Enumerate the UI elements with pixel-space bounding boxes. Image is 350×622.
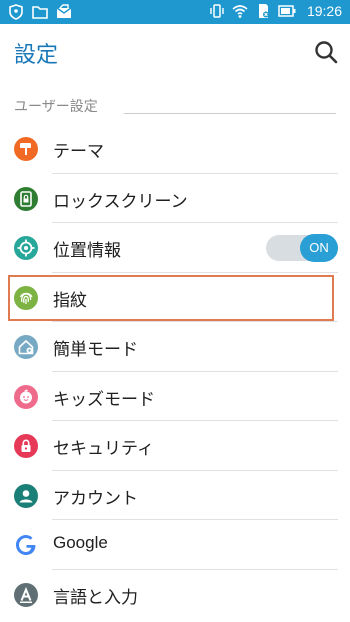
status-bar: 19:26: [0, 0, 350, 24]
page-title: 設定: [14, 43, 59, 68]
settings-item-account[interactable]: アカウント: [0, 471, 350, 520]
item-label: ロックスクリーン: [53, 191, 188, 212]
account-icon: [14, 483, 38, 508]
item-label: Google: [53, 533, 108, 552]
vibrate-icon: [210, 4, 224, 18]
fingerprint-icon: [14, 285, 38, 310]
location-toggle[interactable]: ON: [266, 234, 338, 262]
language-icon: [14, 582, 38, 607]
shield-icon: [9, 4, 23, 20]
settings-item-kids-mode[interactable]: キッズモード: [0, 372, 350, 421]
item-label: テーマ: [53, 142, 104, 162]
wifi-icon: [232, 5, 248, 18]
app-bar: 設定: [0, 24, 350, 80]
security-icon: [14, 434, 38, 458]
sd-card-icon: [258, 4, 269, 18]
kids-mode-icon: [14, 384, 38, 409]
item-label: セキュリティ: [53, 439, 154, 459]
section-divider: [124, 113, 336, 114]
settings-item-location[interactable]: 位置情報 ON: [0, 223, 350, 273]
settings-item-fingerprint[interactable]: 指紋: [0, 273, 350, 322]
settings-item-security[interactable]: セキュリティ: [0, 421, 350, 471]
clock: 19:26: [306, 3, 342, 19]
folder-icon: [32, 6, 48, 19]
item-label: 位置情報: [53, 241, 121, 261]
item-label: 指紋: [53, 290, 87, 311]
battery-icon: [278, 5, 296, 17]
google-icon: [16, 535, 36, 555]
item-label: アカウント: [53, 488, 138, 509]
location-icon: [14, 236, 38, 260]
section-header: ユーザー設定: [14, 99, 98, 115]
search-icon[interactable]: [312, 38, 340, 66]
theme-icon: [14, 137, 38, 161]
lockscreen-icon: [14, 186, 38, 211]
settings-list: テーマ ロックスクリーン 位置情報 ON 指紋 簡単モード キッズモード セキュ…: [0, 124, 350, 619]
settings-item-theme[interactable]: テーマ: [0, 124, 350, 174]
settings-item-lockscreen[interactable]: ロックスクリーン: [0, 174, 350, 223]
item-label: 簡単モード: [53, 340, 138, 360]
settings-item-language[interactable]: 言語と入力: [0, 570, 350, 620]
mail-icon: [56, 4, 72, 18]
item-label: 言語と入力: [53, 587, 138, 608]
settings-item-google[interactable]: Google: [0, 520, 350, 570]
toggle-state: ON: [300, 234, 338, 262]
item-label: キッズモード: [53, 389, 155, 410]
easy-mode-icon: [14, 335, 38, 359]
settings-item-easy-mode[interactable]: 簡単モード: [0, 322, 350, 372]
